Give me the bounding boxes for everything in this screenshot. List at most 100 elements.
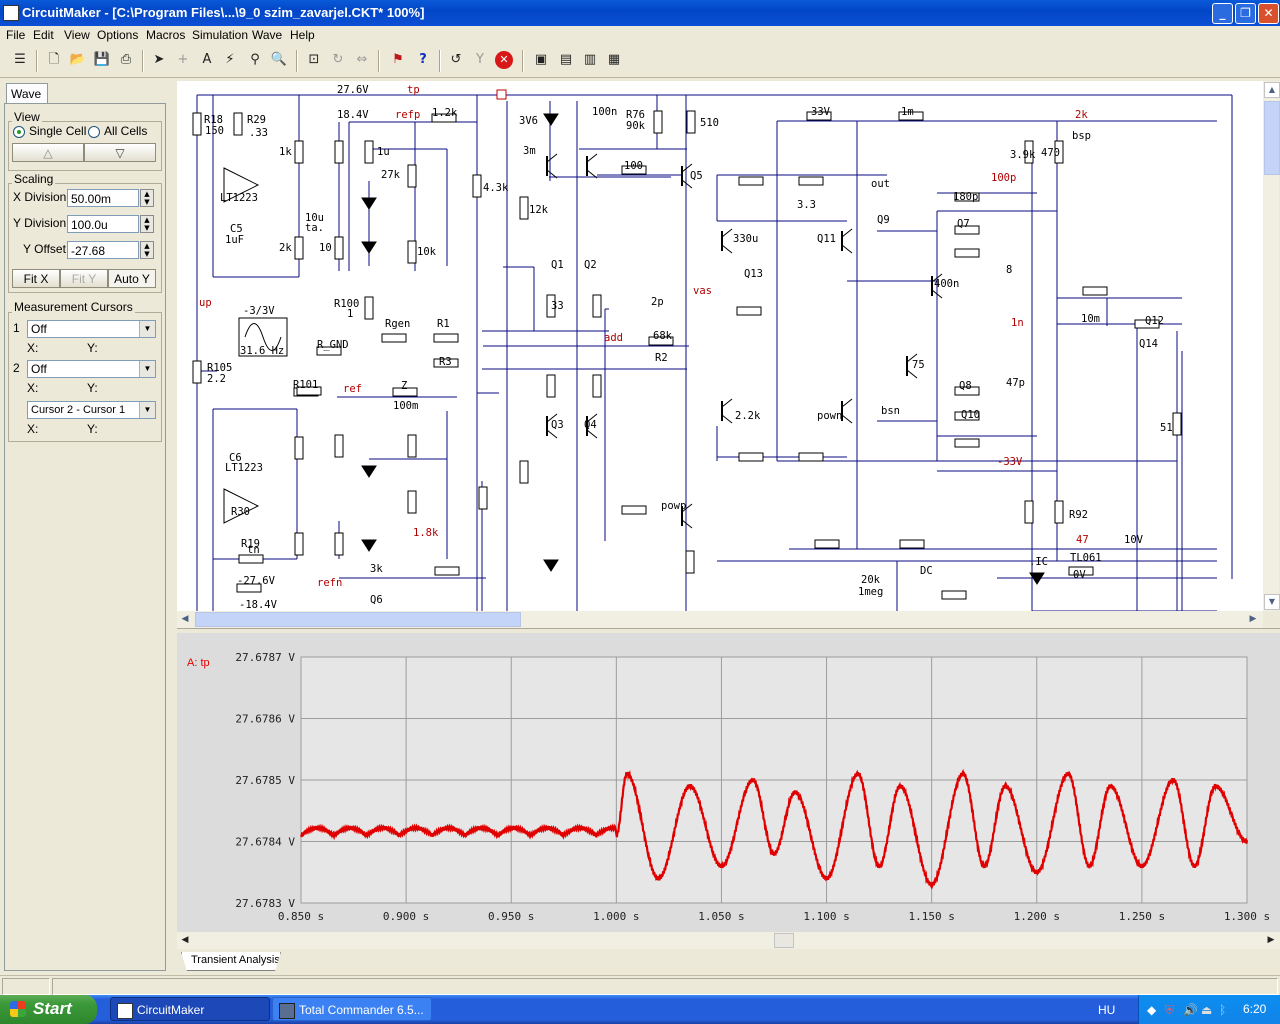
menu-file[interactable]: File [6, 28, 25, 42]
tab-transient-analysis[interactable]: Transient Analysis [181, 952, 281, 971]
resistor [798, 176, 824, 186]
resistor [407, 434, 417, 458]
zoom-icon[interactable]: 🔍 [270, 51, 288, 69]
transistor-lead [586, 153, 598, 163]
wire-tool-icon[interactable]: + [174, 51, 192, 69]
cursor-diff-select[interactable]: Cursor 2 - Cursor 1 ▼ [27, 401, 156, 419]
menu-options[interactable]: Options [97, 28, 138, 42]
tab-wave[interactable]: Wave [6, 83, 48, 104]
resistor [941, 590, 967, 600]
menu-edit[interactable]: Edit [33, 28, 54, 42]
schematic-hscroll-thumb[interactable] [195, 612, 521, 627]
mirror-icon[interactable]: ⇔ [353, 51, 371, 69]
probe-marker [496, 89, 507, 100]
schematic-label: 10m [1081, 313, 1100, 325]
wave-plot-pane[interactable]: A: tp 0.850 s 0.900 s 0.950 s 1.000 s 1.050 … [177, 633, 1280, 933]
stop-icon[interactable]: ✕ [495, 51, 513, 69]
tile-view-icon[interactable]: ▦ [605, 51, 623, 69]
new-file-icon[interactable]: 🗋 [45, 51, 63, 69]
start-button[interactable]: Start [0, 995, 97, 1024]
restore-button[interactable]: ❐ [1235, 3, 1256, 24]
y-division-spinner[interactable]: ▲ ▼ [140, 215, 154, 233]
schematic-label: 100m [393, 400, 418, 412]
speaker-icon[interactable]: 🔊 [1183, 1003, 1198, 1017]
transistor-lead [546, 429, 558, 439]
y-tick-label: 27.6783 V [235, 897, 295, 910]
rotate-icon[interactable]: ↻ [329, 51, 347, 69]
y-offset-input[interactable]: -27.68 [67, 241, 139, 259]
close-button[interactable]: ✕ [1258, 3, 1279, 24]
schematic-horizontal-scrollbar[interactable]: ◀ ▶ [177, 611, 1263, 628]
bluetooth-icon[interactable]: ᛒ [1219, 1003, 1226, 1017]
diode-symbol [361, 241, 377, 254]
transistor-lead [681, 519, 693, 529]
shield-icon[interactable]: ⛨ [1165, 1003, 1174, 1018]
menu-macros[interactable]: Macros [146, 28, 185, 42]
schematic-label: 0V [1073, 569, 1086, 581]
probe-pointer-icon[interactable]: ⚲ [246, 51, 264, 69]
schematic-vertical-scrollbar[interactable]: ▲ ▼ [1263, 81, 1280, 611]
y-division-input[interactable]: 100.0u [67, 215, 139, 233]
schematic-label: 68k [653, 330, 673, 342]
step-icon[interactable]: Y [471, 51, 489, 69]
cell-down-button[interactable]: ▽ [84, 143, 156, 162]
x-tick-label: 1.100 s [803, 910, 849, 923]
cursor2-select[interactable]: Off ▼ [27, 360, 156, 378]
fit-x-button[interactable]: Fit X [12, 269, 60, 288]
text-tool-icon[interactable]: A [198, 51, 216, 69]
all-cells-radio[interactable] [88, 126, 100, 138]
menu-view[interactable]: View [64, 28, 90, 42]
schematic-label: 4.3k [483, 182, 509, 194]
usb-icon[interactable]: ⏏ [1201, 1003, 1212, 1017]
resistor [192, 112, 202, 136]
menu-wave[interactable]: Wave [252, 28, 282, 42]
resistor [294, 532, 304, 556]
print-icon[interactable]: ⎙ [117, 51, 135, 69]
minimize-button[interactable]: _ [1212, 3, 1233, 24]
menu-help[interactable]: Help [290, 28, 315, 42]
wave-hscroll-thumb[interactable] [774, 933, 794, 948]
menu-simulation[interactable]: Simulation [192, 28, 248, 42]
schematic-label: -27.6V [237, 575, 276, 587]
schematic-label: 27.6V [337, 84, 369, 96]
fit-y-button[interactable]: Fit Y [60, 269, 108, 288]
help-icon[interactable]: ? [414, 51, 432, 69]
wave-view-icon[interactable]: ▤ [557, 51, 575, 69]
schematic-vscroll-thumb[interactable] [1264, 101, 1280, 175]
schematic-label: bsn [881, 405, 900, 417]
schematic-canvas[interactable]: 27.6V tp 18.4V refp 1.2k R1 8 150 R29.33 1k 1u 27k L… [177, 81, 1263, 611]
schematic-label: 27k [381, 169, 401, 181]
schematic-label: 3k [370, 563, 383, 575]
schematic-label: Q5 [690, 170, 703, 182]
y-offset-spinner[interactable]: ▲ ▼ [140, 241, 154, 259]
reset-icon[interactable]: ↺ [447, 51, 465, 69]
wave-horizontal-scrollbar[interactable]: ◀ ▶ [177, 932, 1280, 949]
zoom-fit-icon[interactable]: ⊡ [305, 51, 323, 69]
probe-tool-icon[interactable]: ⚡ [221, 51, 239, 69]
cursor1-select[interactable]: Off ▼ [27, 320, 156, 338]
task-total-commander[interactable]: Total Commander 6.5... [272, 997, 432, 1021]
schematic-label: 1 [347, 308, 353, 320]
network-icon[interactable]: ◆ [1147, 1003, 1156, 1017]
cell-up-button[interactable]: △ [12, 143, 84, 162]
app-icon[interactable] [3, 5, 19, 21]
schematic-label: 3m [523, 145, 536, 157]
scaling-group-label: Scaling [12, 172, 56, 186]
schematic-label: -3/3V [243, 305, 275, 317]
single-cell-radio[interactable] [13, 126, 25, 138]
wave-icon[interactable]: ⚑ [389, 51, 407, 69]
schematic-view-icon[interactable]: ▣ [532, 51, 550, 69]
open-folder-icon[interactable]: 📂 [69, 51, 87, 69]
toolbar-menu-icon[interactable]: ☰ [11, 51, 29, 69]
save-icon[interactable]: 💾 [93, 51, 111, 69]
resistor [592, 374, 602, 398]
schematic-label: R_GND [317, 339, 349, 351]
task-circuitmaker[interactable]: CircuitMaker [110, 997, 270, 1021]
split-view-icon[interactable]: ▥ [581, 51, 599, 69]
x-division-spinner[interactable]: ▲ ▼ [140, 189, 154, 207]
auto-y-button[interactable]: Auto Y [108, 269, 156, 288]
x-division-input[interactable]: 50.00m [67, 189, 139, 207]
language-indicator[interactable]: HU [1098, 1003, 1115, 1017]
arrow-tool-icon[interactable]: ➤ [150, 51, 168, 69]
clock[interactable]: 6:20 [1243, 1002, 1266, 1016]
